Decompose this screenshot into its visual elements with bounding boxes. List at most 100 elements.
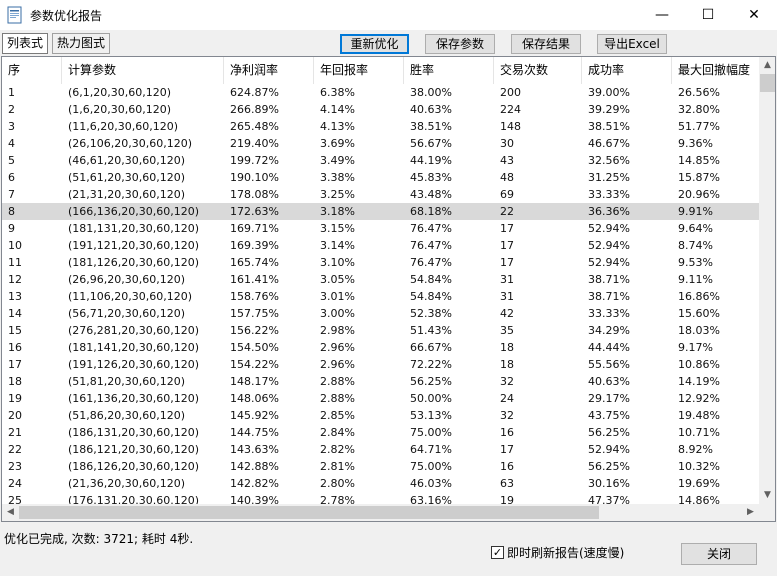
table-cell: 17 [500,239,514,252]
table-cell: 224 [500,103,521,116]
table-row[interactable]: 12 (26,96,20,30,60,120) 161.41% 3.05% 54.84%… [2,271,759,288]
window-title: 参数优化报告 [30,9,103,23]
column-header[interactable]: 净利润率 [224,57,314,84]
results-table[interactable]: 序计算参数 净利润率 年回报率 胜率 交易次数 成功率 最大回撤幅度 1 (6,1,20,30… [1,56,776,522]
scroll-down-icon[interactable]: ▼ [759,487,775,504]
table-row[interactable]: 16 (181,141,20,30,60,120) 154.50% 2.96% 66.6… [2,339,759,356]
table-row[interactable]: 19 (161,136,20,30,60,120) 148.06% 2.88% 50.0… [2,390,759,407]
table-cell: 22 [8,443,22,456]
tab-list-view[interactable]: 列表式 [2,33,49,54]
table-row[interactable]: 9 (181,131,20,30,60,120) 169.71% 3.15% 76.47… [2,220,759,237]
table-cell: 39.29% [588,103,630,116]
table-cell: 24 [8,477,22,490]
table-cell: 30.16% [588,477,630,490]
table-row[interactable]: 5 (46,61,20,30,60,120) 199.72% 3.49% 44.19% 4… [2,152,759,169]
table-cell: 199.72% [230,154,279,167]
horizontal-scroll-thumb[interactable] [19,506,599,519]
table-row[interactable]: 1 (6,1,20,30,60,120) 624.87% 6.38% 38.00% 200… [2,84,759,101]
table-row[interactable]: 24 (21,36,20,30,60,120) 142.82% 2.80% 46.03%… [2,475,759,492]
table-cell: 39.00% [588,86,630,99]
table-row[interactable]: 23 (186,126,20,30,60,120) 142.88% 2.81% 75.0… [2,458,759,475]
table-row[interactable]: 18 (51,81,20,30,60,120) 148.17% 2.88% 56.25%… [2,373,759,390]
table-cell: (26,106,20,30,60,120) [68,137,193,150]
checkbox-check-icon[interactable]: ✓ [491,545,504,559]
table-cell: (51,81,20,30,60,120) [68,375,186,388]
save-results-button[interactable]: 保存结果 [511,34,581,54]
table-cell: (11,106,20,30,60,120) [68,290,193,303]
scroll-up-icon[interactable]: ▲ [759,57,775,74]
column-header[interactable]: 年回报率 [314,57,404,84]
table-cell: 2.84% [320,426,355,439]
column-header[interactable]: 成功率 [582,57,672,84]
table-cell: 56.25% [410,375,452,388]
table-cell: 55.56% [588,358,630,371]
table-cell: 2.82% [320,443,355,456]
table-row[interactable]: 15 (276,281,20,30,60,120) 156.22% 2.98% 51.4… [2,322,759,339]
scroll-left-icon[interactable]: ◀ [2,504,19,521]
table-cell: (161,136,20,30,60,120) [68,392,200,405]
table-row[interactable]: 6 (51,61,20,30,60,120) 190.10% 3.38% 45.83% 4… [2,169,759,186]
table-cell: 16 [500,460,514,473]
table-cell: 32 [500,375,514,388]
table-cell: 50.00% [410,392,452,405]
table-row[interactable]: 22 (186,121,20,30,60,120) 143.63% 2.82% 64.7… [2,441,759,458]
table-row[interactable]: 7 (21,31,20,30,60,120) 178.08% 3.25% 43.48% 6… [2,186,759,203]
table-row[interactable]: 17 (191,126,20,30,60,120) 154.22% 2.96% 72.2… [2,356,759,373]
table-cell: (276,281,20,30,60,120) [68,324,200,337]
table-cell: 9.64% [678,222,713,235]
column-header[interactable]: 计算参数 [62,57,224,84]
column-header[interactable]: 最大回撤幅度 [672,57,762,84]
table-row[interactable]: 11 (181,126,20,30,60,120) 165.74% 3.10% 76.4… [2,254,759,271]
vertical-scroll-thumb[interactable] [760,74,775,92]
column-header[interactable]: 交易次数 [494,57,582,84]
table-cell: (21,31,20,30,60,120) [68,188,186,201]
table-cell: 66.67% [410,341,452,354]
table-row[interactable]: 10 (191,121,20,30,60,120) 169.39% 3.14% 76.4… [2,237,759,254]
table-row[interactable]: 2 (1,6,20,30,60,120) 266.89% 4.14% 40.63% 224… [2,101,759,118]
column-header[interactable]: 序 [2,57,62,84]
table-row[interactable]: 20 (51,86,20,30,60,120) 145.92% 2.85% 53.13%… [2,407,759,424]
vertical-scrollbar[interactable]: ▲ ▼ [759,57,775,504]
save-params-button[interactable]: 保存参数 [425,34,495,54]
table-row[interactable]: 8 (166,136,20,30,60,120) 172.63% 3.18% 68.18… [2,203,759,220]
table-cell: 2.85% [320,409,355,422]
export-excel-button[interactable]: 导出Excel [597,34,667,54]
table-cell: 18.03% [678,324,720,337]
table-cell: 2.96% [320,341,355,354]
table-cell: 15 [8,324,22,337]
table-cell: 142.82% [230,477,279,490]
table-row[interactable]: 13 (11,106,20,30,60,120) 158.76% 3.01% 54.84… [2,288,759,305]
maximize-button[interactable]: ☐ [685,0,731,30]
table-cell: 40.63% [410,103,452,116]
table-row[interactable]: 4 (26,106,20,30,60,120) 219.40% 3.69% 56.67%… [2,135,759,152]
table-cell: 38.00% [410,86,452,99]
table-row[interactable]: 25 (176.131.20.30.60.120) 140.39% 2.78% 63.1… [2,492,759,504]
scroll-right-icon[interactable]: ▶ [742,504,759,521]
table-cell: 143.63% [230,443,279,456]
refresh-report-checkbox[interactable]: ✓ 即时刷新报告(速度慢) [491,544,624,560]
table-cell: 16.86% [678,290,720,303]
table-cell: 219.40% [230,137,279,150]
table-cell: 190.10% [230,171,279,184]
reoptimize-button[interactable]: 重新优化 [340,34,409,54]
table-row[interactable]: 21 (186,131,20,30,60,120) 144.75% 2.84% 75.0… [2,424,759,441]
table-cell: (56,71,20,30,60,120) [68,307,186,320]
table-cell: 38.71% [588,290,630,303]
table-cell: 38.71% [588,273,630,286]
table-cell: 10.32% [678,460,720,473]
minimize-button[interactable]: — [639,0,685,30]
table-row[interactable]: 3 (11,6,20,30,60,120) 265.48% 4.13% 38.51% 14… [2,118,759,135]
tab-heatmap-view[interactable]: 热力图式 [52,33,111,54]
table-cell: 56.25% [588,426,630,439]
table-cell: 43.48% [410,188,452,201]
table-row[interactable]: 14 (56,71,20,30,60,120) 157.75% 3.00% 52.38%… [2,305,759,322]
table-cell: 4.13% [320,120,355,133]
table-cell: 156.22% [230,324,279,337]
column-header[interactable]: 胜率 [404,57,494,84]
horizontal-scrollbar[interactable]: ◀ ▶ [2,504,759,521]
table-cell: 157.75% [230,307,279,320]
table-cell: 3.10% [320,256,355,269]
close-button[interactable]: 关闭 [681,543,757,565]
close-window-button[interactable]: ✕ [731,0,777,30]
table-cell: 75.00% [410,460,452,473]
